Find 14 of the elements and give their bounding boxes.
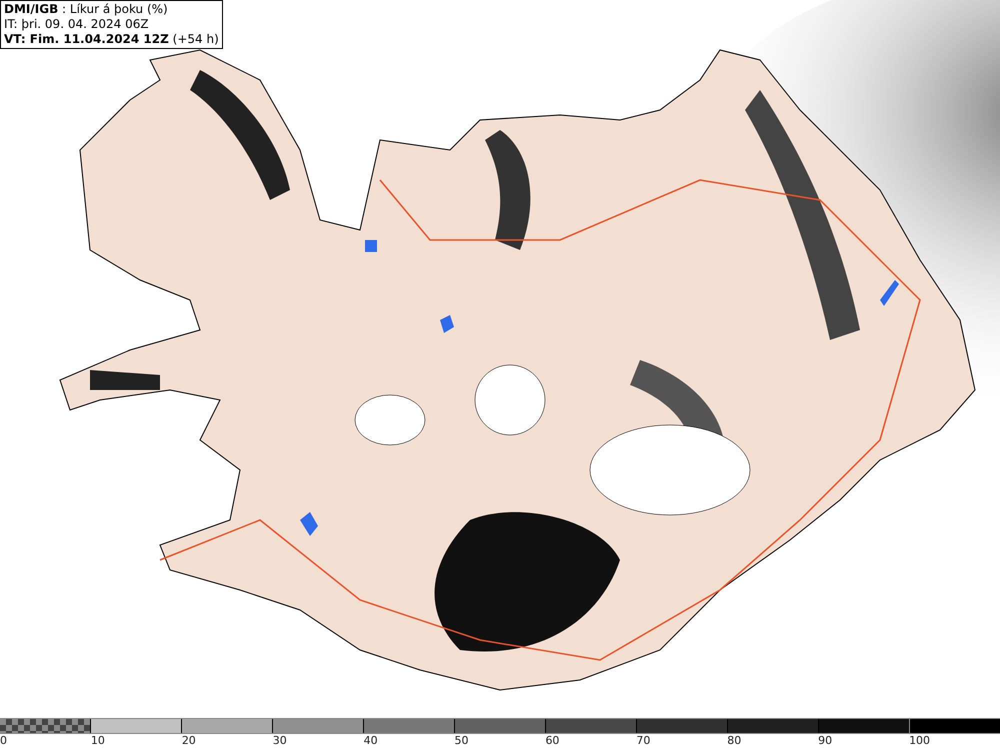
legend-label: 100 <box>909 734 930 747</box>
legend-label: 80 <box>727 734 742 747</box>
info-line: VT: Fim. 11.04.2024 12Z (+54 h) <box>4 32 219 47</box>
legend-label: 30 <box>272 734 287 747</box>
legend-label: 0 <box>0 734 7 747</box>
legend-label: 50 <box>454 734 469 747</box>
legend-label: 20 <box>182 734 196 747</box>
legend-label: 40 <box>364 734 378 747</box>
legend-label: 70 <box>636 734 650 747</box>
legend-label: 60 <box>545 734 560 747</box>
legend-label: 90 <box>818 734 832 747</box>
info-line: IT: þri. 09. 04. 2024 06Z <box>4 17 150 32</box>
info-line: DMI/IGB : Líkur á þoku (%) <box>4 2 169 17</box>
legend-label: 10 <box>90 734 105 747</box>
